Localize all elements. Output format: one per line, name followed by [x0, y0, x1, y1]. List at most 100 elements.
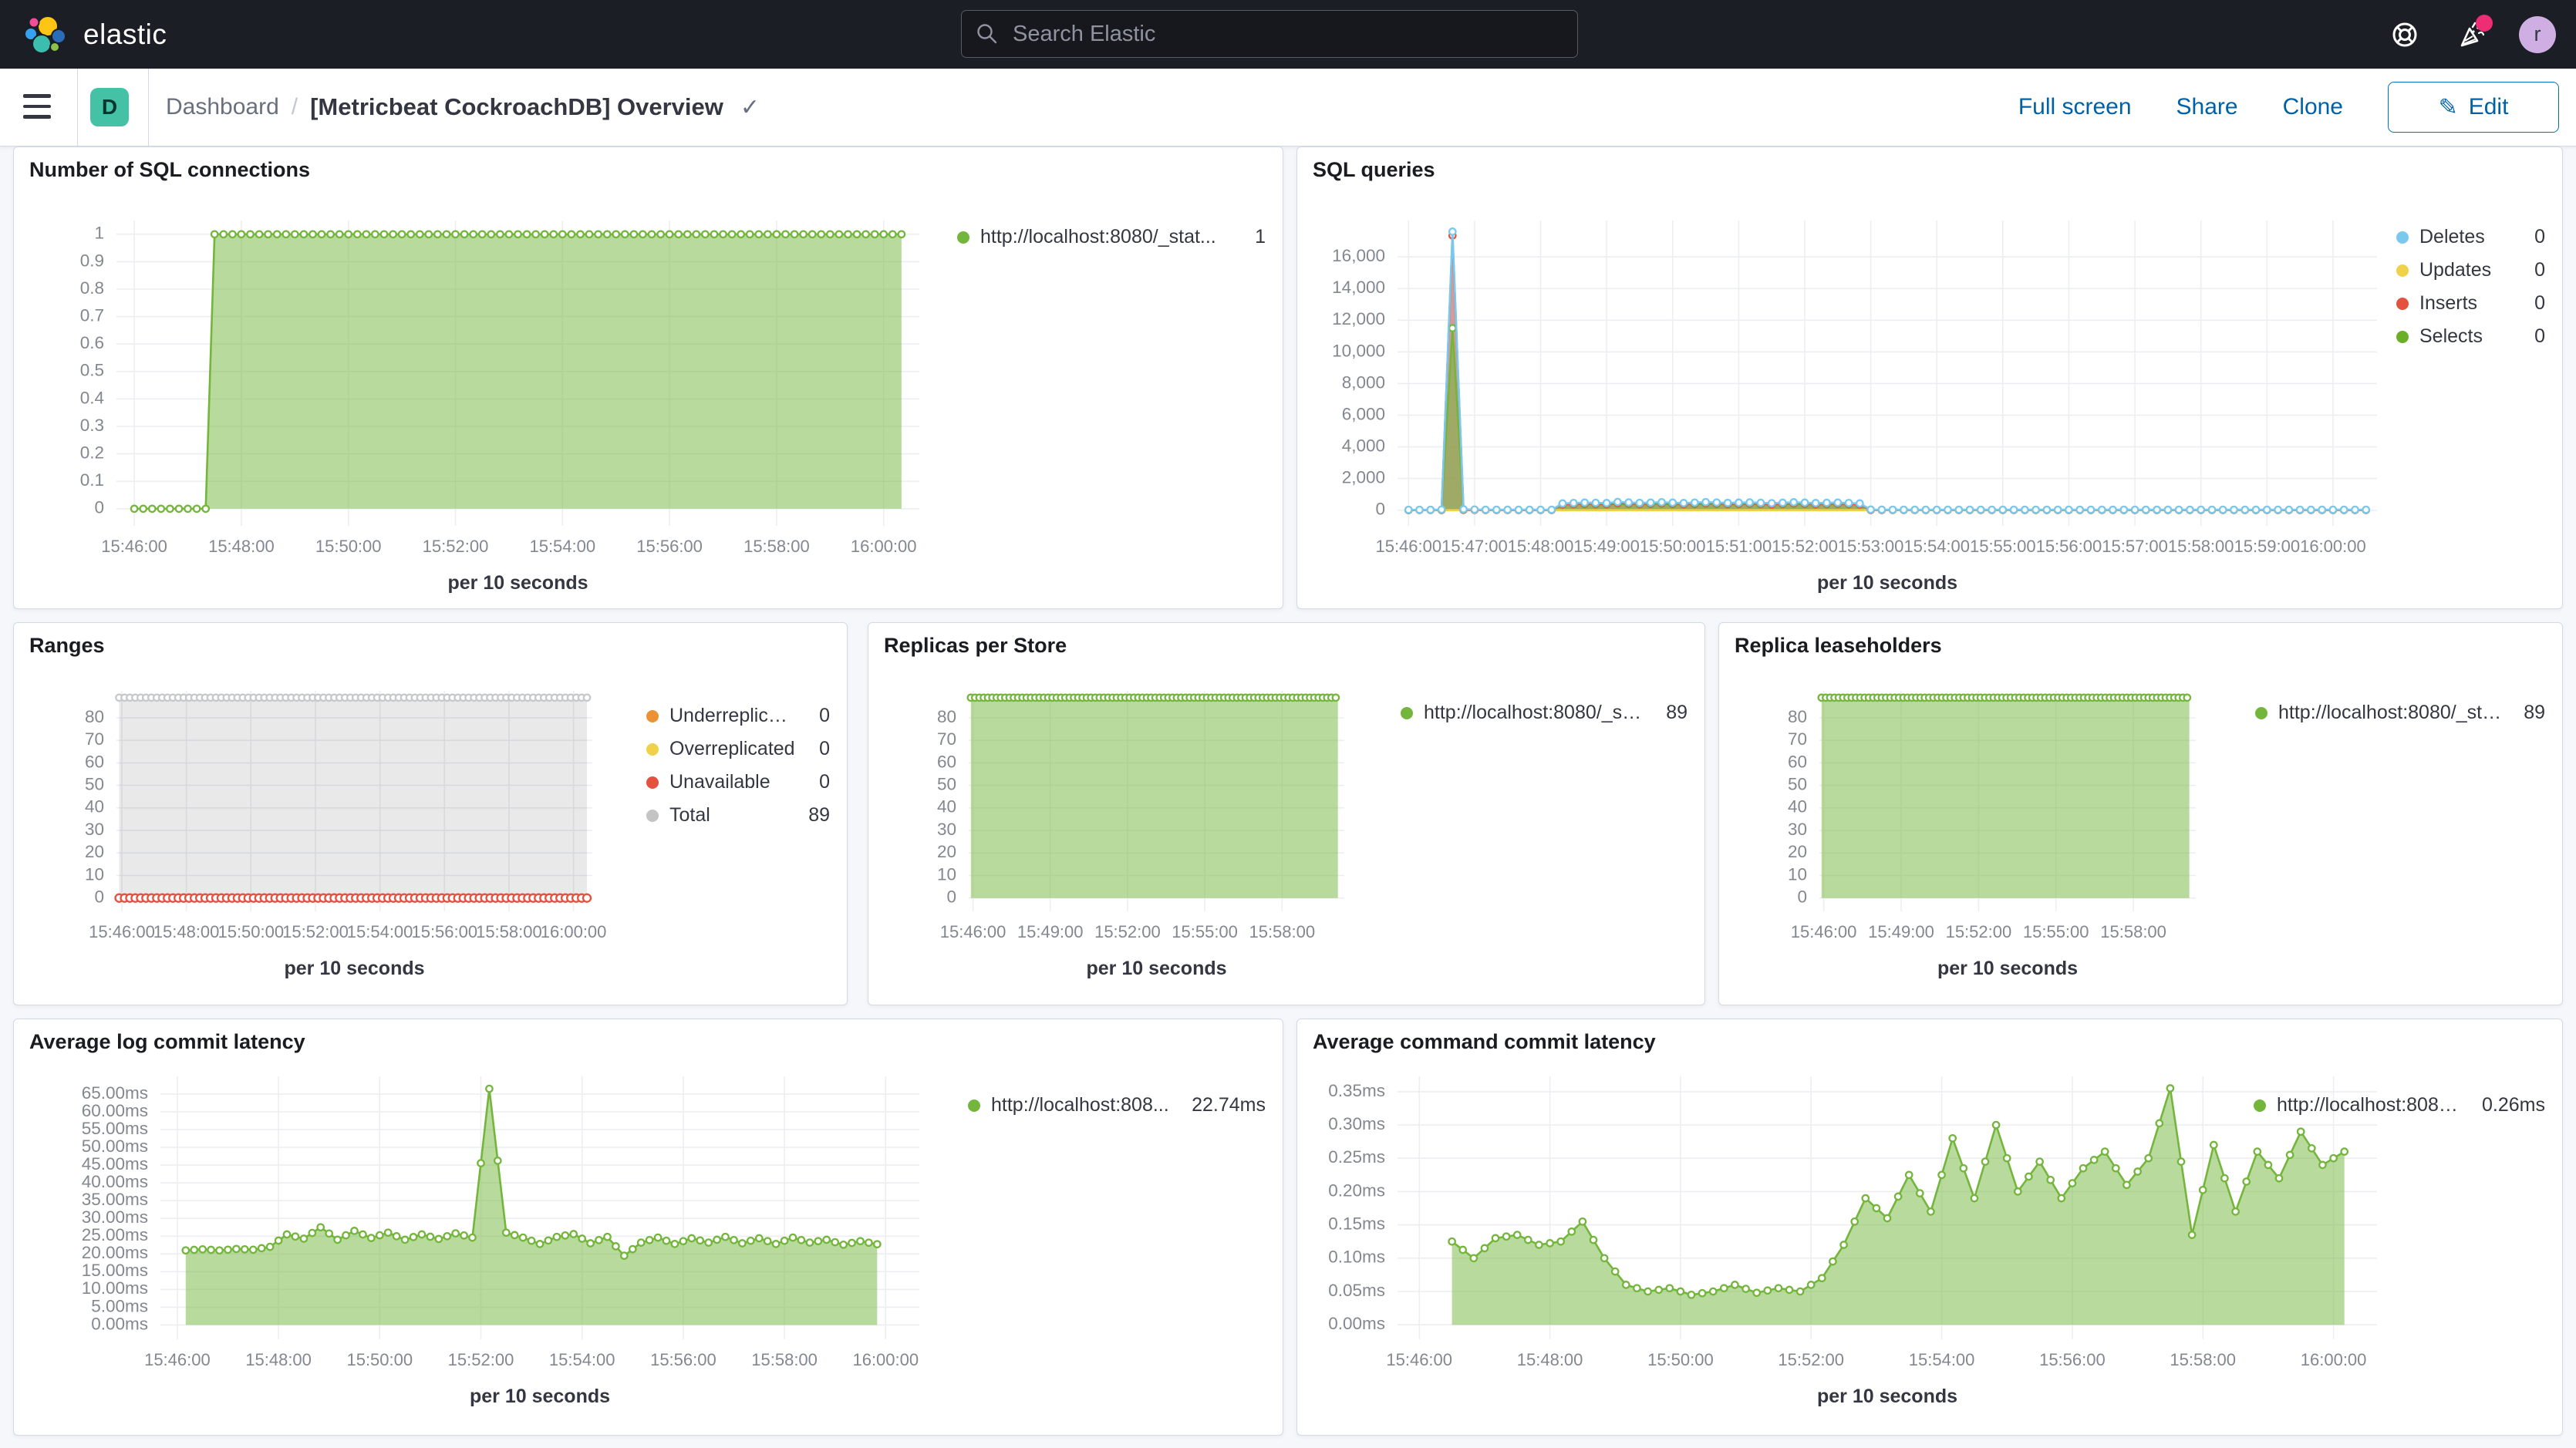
clone-button[interactable]: Clone [2283, 94, 2343, 120]
dashboard-toolbar: D Dashboard / [Metricbeat CockroachDB] O… [0, 69, 2576, 146]
legend-label: Total [669, 804, 710, 827]
svg-text:30.00ms: 30.00ms [82, 1207, 148, 1227]
panel-replica-leaseholders: Replica leaseholders0102030405060708015:… [1718, 622, 2563, 1005]
legend-label: http://localhost:8080/_sta... [1424, 702, 1644, 724]
legend-label: Selects [2419, 325, 2483, 348]
svg-text:15:58:00: 15:58:00 [751, 1350, 818, 1369]
svg-text:15:54:00: 15:54:00 [1903, 537, 1970, 556]
svg-text:15:52:00: 15:52:00 [1778, 1350, 1844, 1369]
legend-item-deletes[interactable]: Deletes0 [2396, 224, 2545, 250]
global-search[interactable] [961, 10, 1578, 58]
svg-text:0.6: 0.6 [80, 333, 104, 352]
svg-text:per 10 seconds: per 10 seconds [1817, 1386, 1957, 1407]
kibana-dashboard-page: { "topbar": { "brand": "elastic", "searc… [0, 0, 2576, 1448]
full-screen-button[interactable]: Full screen [2018, 94, 2132, 120]
breadcrumb-dashboard-link[interactable]: Dashboard [166, 94, 279, 120]
menu-button[interactable] [23, 89, 59, 124]
legend-dot [2254, 1099, 2266, 1112]
legend-item-http-localhost-8080-sta[interactable]: http://localhost:8080/_sta...89 [2255, 700, 2545, 726]
svg-text:80: 80 [1788, 707, 1807, 726]
svg-text:15:58:00: 15:58:00 [2170, 1350, 2236, 1369]
svg-text:1: 1 [94, 224, 104, 243]
breadcrumb: Dashboard / [Metricbeat CockroachDB] Ove… [166, 69, 760, 146]
chart-number-of-sql-connections[interactable]: 00.10.20.30.40.50.60.70.80.9115:46:0015:… [14, 147, 1283, 608]
panel-replicas-per-store: Replicas per Store0102030405060708015:46… [868, 622, 1705, 1005]
panel-title: Replica leaseholders [1735, 634, 1942, 658]
svg-text:10.00ms: 10.00ms [82, 1278, 148, 1298]
legend-item-updates[interactable]: Updates0 [2396, 258, 2545, 283]
svg-text:70: 70 [85, 729, 104, 749]
svg-text:15:54:00: 15:54:00 [1909, 1350, 1975, 1369]
svg-text:per 10 seconds: per 10 seconds [1086, 958, 1226, 979]
svg-text:0.7: 0.7 [80, 306, 104, 325]
chart-average-command-commit-latency[interactable]: 0.00ms0.05ms0.10ms0.15ms0.20ms0.25ms0.30… [1297, 1019, 2562, 1435]
legend-dot [2396, 231, 2409, 244]
divider [77, 69, 78, 146]
search-input[interactable] [1011, 21, 1563, 48]
legend-dot [646, 810, 659, 822]
top-bar-icons: r [2386, 0, 2576, 69]
legend-item-selects[interactable]: Selects0 [2396, 324, 2545, 349]
chart-replica-leaseholders[interactable]: 0102030405060708015:46:0015:49:0015:52:0… [1719, 623, 2562, 1005]
svg-text:5.00ms: 5.00ms [91, 1296, 148, 1315]
legend-label: Updates [2419, 259, 2491, 281]
svg-text:60: 60 [85, 752, 104, 771]
title-check-icon[interactable]: ✓ [740, 94, 760, 121]
panel-title: Ranges [29, 634, 105, 658]
legend-dot [1401, 707, 1413, 719]
svg-text:15:52:00: 15:52:00 [448, 1350, 514, 1369]
share-button[interactable]: Share [2176, 94, 2238, 120]
svg-text:0.00ms: 0.00ms [1328, 1314, 1385, 1333]
breadcrumb-separator: / [292, 94, 298, 120]
svg-text:35.00ms: 35.00ms [82, 1190, 148, 1209]
svg-text:15:50:00: 15:50:00 [1640, 537, 1706, 556]
legend-value: 0.26ms [2471, 1094, 2545, 1116]
user-avatar[interactable]: r [2519, 16, 2556, 53]
legend-item-overreplicated[interactable]: Overreplicated0 [646, 736, 830, 762]
svg-text:60: 60 [1788, 752, 1807, 771]
svg-text:40: 40 [1788, 797, 1807, 817]
svg-text:0.10ms: 0.10ms [1328, 1248, 1385, 1267]
legend-item-unavailable[interactable]: Unavailable0 [646, 769, 830, 795]
legend-value: 22.74ms [1181, 1094, 1266, 1116]
svg-text:15:58:00: 15:58:00 [1249, 922, 1315, 941]
svg-text:0.05ms: 0.05ms [1328, 1281, 1385, 1300]
legend-item-http-localhost-8080[interactable]: http://localhost:8080...0.26ms [2254, 1093, 2545, 1118]
legend-item-http-localhost-8080-stat[interactable]: http://localhost:8080/_stat...1 [957, 224, 1266, 250]
svg-text:15:50:00: 15:50:00 [315, 537, 382, 556]
panel-sql-queries: SQL queries02,0004,0006,0008,00010,00012… [1296, 146, 2563, 609]
svg-text:6,000: 6,000 [1342, 404, 1385, 423]
legend-value: 1 [1244, 226, 1266, 248]
space-badge[interactable]: D [90, 88, 129, 126]
svg-text:60.00ms: 60.00ms [82, 1101, 148, 1120]
legend-label: Unavailable [669, 771, 770, 793]
legend-item-total[interactable]: Total89 [646, 803, 830, 828]
chart-average-log-commit-latency[interactable]: 0.00ms5.00ms10.00ms15.00ms20.00ms25.00ms… [14, 1019, 1283, 1435]
svg-text:50.00ms: 50.00ms [82, 1137, 148, 1156]
svg-text:0.4: 0.4 [80, 388, 104, 407]
svg-text:55.00ms: 55.00ms [82, 1119, 148, 1138]
svg-text:30: 30 [85, 820, 104, 839]
legend-item-inserts[interactable]: Inserts 0 [2396, 291, 2545, 316]
legend-label: Inserts [2419, 292, 2477, 315]
svg-text:15:50:00: 15:50:00 [217, 922, 284, 941]
legend-dot [646, 776, 659, 789]
edit-button-label: Edit [2469, 94, 2509, 120]
svg-text:0.20ms: 0.20ms [1328, 1180, 1385, 1200]
legend-item-http-localhost-808[interactable]: http://localhost:808...22.74ms [968, 1093, 1266, 1118]
svg-text:30: 30 [937, 820, 956, 839]
help-button[interactable] [2386, 16, 2423, 53]
svg-text:16,000: 16,000 [1332, 246, 1385, 265]
elastic-logo[interactable]: elastic [22, 0, 167, 69]
legend-dot [2255, 707, 2267, 719]
legend-label: Deletes [2419, 226, 2485, 248]
legend-item-http-localhost-8080-sta[interactable]: http://localhost:8080/_sta...89 [1401, 700, 1688, 726]
legend-item-underreplicated[interactable]: Underreplicated0 [646, 703, 830, 729]
svg-text:45.00ms: 45.00ms [82, 1154, 148, 1174]
legend-value: 0 [2524, 292, 2545, 315]
chart-replicas-per-store[interactable]: 0102030405060708015:46:0015:49:0015:52:0… [868, 623, 1704, 1005]
edit-button[interactable]: ✎ Edit [2388, 82, 2559, 133]
svg-text:15:46:00: 15:46:00 [101, 537, 167, 556]
whats-new-button[interactable] [2453, 16, 2490, 53]
chart-sql-queries[interactable]: 02,0004,0006,0008,00010,00012,00014,0001… [1297, 147, 2562, 608]
